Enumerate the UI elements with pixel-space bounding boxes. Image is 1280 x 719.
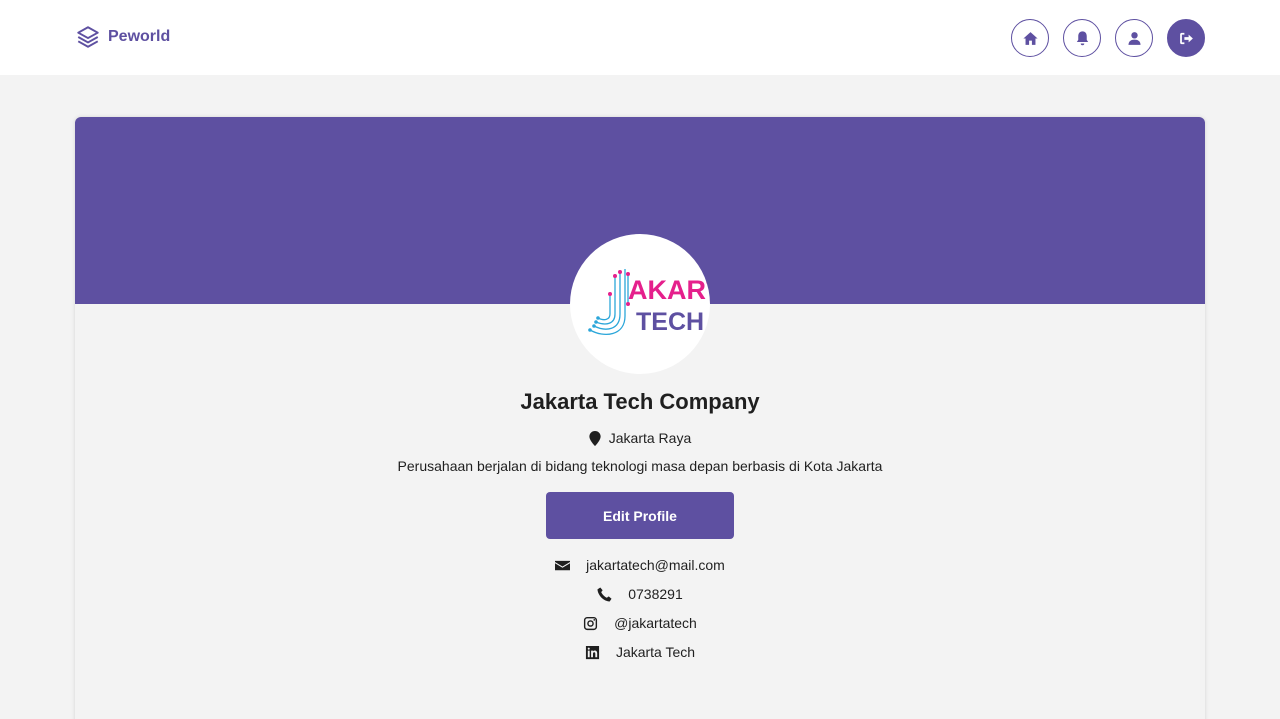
profile-button[interactable] [1115,19,1153,57]
profile-card: AKARTA TECH Jakarta Tech Company Jakarta… [75,117,1205,719]
navbar: Peworld [0,0,1280,75]
brand-name: Peworld [108,28,171,45]
logout-button[interactable] [1167,19,1205,57]
location: Jakarta Raya [75,430,1205,446]
location-text: Jakarta Raya [608,430,692,446]
logout-icon [1179,32,1193,44]
contact-linkedin: Jakarta Tech [75,644,1205,660]
company-name: Jakarta Tech Company [520,389,760,414]
email-text[interactable]: jakartatech@mail.com [586,557,725,573]
company-avatar: AKARTA TECH [570,234,710,374]
map-pin-icon [589,430,601,446]
logo-text-bottom: TECH [636,308,704,336]
layers-icon [77,26,99,48]
logo-text-top: AKARTA [628,275,710,305]
contact-instagram: @jakartatech [75,615,1205,631]
nav-icons [1011,19,1205,57]
edit-profile-button[interactable]: Edit Profile [546,492,734,539]
home-icon [1022,31,1038,45]
linkedin-icon [585,645,599,659]
instagram-icon [584,616,598,630]
contact-email: jakartatech@mail.com [75,557,1205,573]
envelope-icon [555,560,571,570]
phone-icon [597,586,612,602]
company-description: Perusahaan berjalan di bidang teknologi … [397,458,883,474]
user-icon [1127,31,1141,45]
bell-icon [1076,30,1088,45]
brand-logo[interactable]: Peworld [75,24,170,50]
phone-text[interactable]: 0738291 [628,586,683,602]
instagram-text[interactable]: @jakartatech [614,615,697,631]
linkedin-text[interactable]: Jakarta Tech [616,644,695,660]
notification-button[interactable] [1063,19,1101,57]
home-button[interactable] [1011,19,1049,57]
company-logo-icon: AKARTA TECH [588,269,710,336]
contact-phone: 0738291 [75,586,1205,602]
